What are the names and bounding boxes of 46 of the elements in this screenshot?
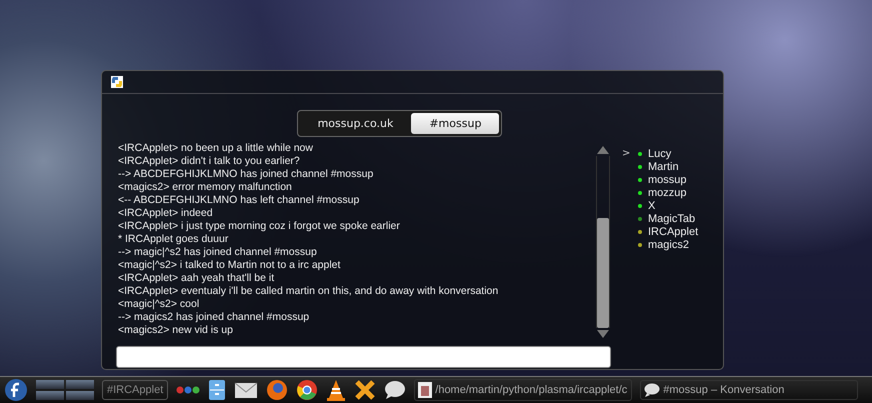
task-button[interactable]: /home/martin/python/plasma/ircapplet/c: [414, 379, 632, 401]
message-input-field[interactable]: [116, 346, 611, 368]
scroll-up-arrow-icon[interactable]: [597, 146, 609, 154]
applet-button[interactable]: #IRCApplet: [102, 380, 168, 400]
chat-message: <IRCApplet> didn't i talk to you earlier?: [118, 155, 301, 168]
chat-message: --> magic|^s2 has joined channel #mossup: [118, 246, 318, 259]
nick-name[interactable]: mossup: [648, 174, 687, 186]
channel-tab[interactable]: mossup.co.uk: [300, 113, 412, 134]
desktop-pager[interactable]: [36, 380, 94, 400]
f-logo-icon[interactable]: [4, 378, 28, 402]
nick-name[interactable]: X: [648, 200, 656, 212]
chat-message: --> magics2 has joined channel #mossup: [118, 311, 310, 324]
task-button[interactable]: #mossup – Konversation: [640, 380, 858, 400]
nick-marker: >: [622, 148, 632, 161]
chat-message: <magic|^s2> cool: [118, 298, 200, 311]
nick-name[interactable]: magics2: [648, 238, 689, 250]
chat-message: <magic|^s2> i talked to Martin not to a irc applet: [118, 259, 342, 272]
nick-name[interactable]: MagicTab: [648, 212, 696, 224]
file-cabinet-icon[interactable]: [208, 379, 226, 401]
chat-message: <magics2> error memory malfunction: [118, 181, 293, 194]
dots-icon[interactable]: [176, 385, 200, 395]
chat-message: <IRCApplet> no been up a little while now: [118, 142, 314, 155]
nick-name[interactable]: IRCApplet: [648, 226, 698, 238]
nick-name[interactable]: Martin: [648, 160, 679, 172]
chat-message: <IRCApplet> i just type morning coz i forgot we spoke earlier: [118, 220, 401, 233]
snake-icon: [110, 75, 124, 89]
globe-icon[interactable]: [266, 379, 288, 401]
chat-message: <-- ABCDEFGHIJKLMNO has left channel #mossup: [118, 194, 360, 207]
chat-message: --> ABCDEFGHIJKLMNO has joined channel #mossup: [118, 168, 374, 181]
speech-bubble-icon[interactable]: [384, 380, 406, 400]
chat-message: <IRCApplet> indeed: [118, 207, 214, 220]
scrollbar[interactable]: [596, 146, 610, 338]
cross-icon[interactable]: [354, 379, 376, 401]
speech-bubble-icon: [644, 383, 660, 397]
chat-message: <IRCApplet> aah yeah that'll be it: [118, 272, 276, 285]
picture-icon: [418, 382, 432, 398]
channel-tab[interactable]: #mossup: [411, 113, 500, 134]
envelope-icon[interactable]: [234, 380, 258, 400]
chat-message: <IRCApplet> eventualy i'll be called martin on this, and do away with konversation: [118, 285, 500, 298]
scroll-down-arrow-icon[interactable]: [597, 330, 609, 338]
chat-message: * IRCApplet goes duuur: [118, 233, 230, 246]
nick-name[interactable]: Lucy: [648, 148, 672, 160]
round-browser-icon[interactable]: [296, 379, 318, 401]
chat-message: <magics2> new vid is up: [118, 324, 234, 337]
traffic-cone-icon[interactable]: [326, 379, 346, 401]
nick-name[interactable]: mozzup: [648, 186, 687, 198]
